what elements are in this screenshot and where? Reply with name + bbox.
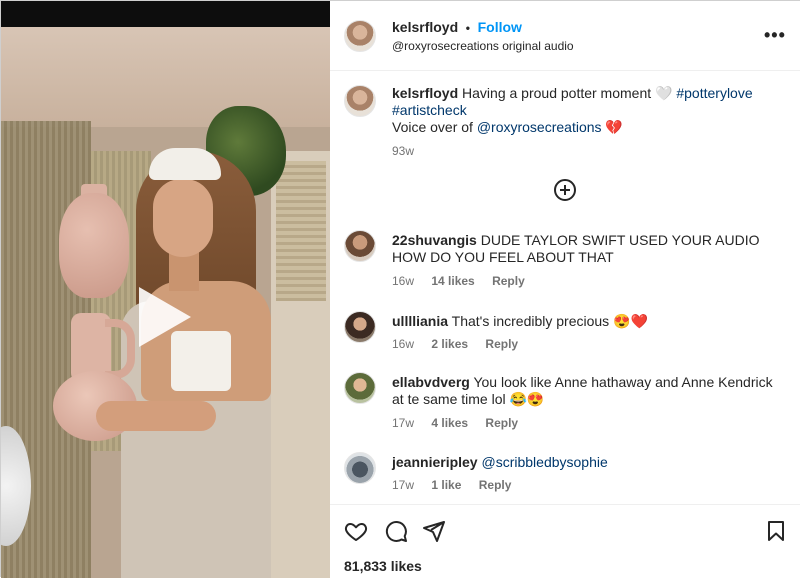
comment-time[interactable]: 16w <box>392 274 414 288</box>
heart-icon[interactable] <box>344 519 368 543</box>
comment-likes[interactable]: 2 likes <box>431 337 468 351</box>
comment-username[interactable]: jeannieripley <box>392 454 478 470</box>
caption-time[interactable]: 93w <box>392 143 777 160</box>
comment-username[interactable]: ellabvdverg <box>392 374 470 390</box>
reply-button[interactable]: Reply <box>485 416 518 430</box>
comment-icon[interactable] <box>384 519 408 543</box>
comment-item: 22shuvangis DUDE TAYLOR SWIFT USED YOUR … <box>344 230 784 292</box>
play-icon[interactable] <box>139 287 191 347</box>
bookmark-icon[interactable] <box>764 519 788 543</box>
person-arm <box>96 401 216 431</box>
caption: kelsrfloyd Having a proud potter moment … <box>392 85 777 160</box>
window-shutter <box>276 161 326 301</box>
comment-time[interactable]: 17w <box>392 416 414 430</box>
post-username[interactable]: kelsrfloyd <box>392 19 458 35</box>
vase-bottom-handle <box>105 319 135 379</box>
comment-meta: 17w 1 like Reply <box>392 478 525 492</box>
likes-count[interactable]: 81,833 likes <box>344 558 422 574</box>
avatar[interactable] <box>344 230 376 262</box>
hashtag-link[interactable]: #potterylove <box>676 85 752 101</box>
vase-top <box>59 193 129 298</box>
post-details-panel: kelsrfloyd • Follow @roxyrosecreations o… <box>330 1 800 578</box>
comment-likes[interactable]: 1 like <box>431 478 461 492</box>
comment-likes[interactable]: 14 likes <box>431 274 474 288</box>
hashtag-link[interactable]: #artistcheck <box>392 102 467 118</box>
avatar[interactable] <box>344 452 376 484</box>
comment-username[interactable]: 22shuvangis <box>392 232 477 248</box>
audio-link[interactable]: @roxyrosecreations original audio <box>392 39 574 53</box>
comment-username[interactable]: ulllliania <box>392 313 448 329</box>
more-horizontal-icon[interactable]: ••• <box>764 25 786 46</box>
caption-text: Having a proud potter moment 🤍 <box>462 85 673 101</box>
caption-username[interactable]: kelsrfloyd <box>392 85 458 101</box>
share-icon[interactable] <box>422 519 446 543</box>
comment-meta: 17w 4 likes Reply <box>392 416 532 430</box>
comment-item: ulllliania That's incredibly precious 😍❤… <box>344 311 784 355</box>
background-wall <box>1 27 330 127</box>
person-headband <box>149 148 221 180</box>
comment-meta: 16w 2 likes Reply <box>392 337 532 351</box>
comment-likes[interactable]: 4 likes <box>431 416 468 430</box>
post-window: kelsrfloyd • Follow @roxyrosecreations o… <box>0 0 800 578</box>
comment-text-block: ellabvdverg You look like Anne hathaway … <box>392 374 782 408</box>
comment-text-block: ulllliania That's incredibly precious 😍❤… <box>392 313 782 330</box>
reply-button[interactable]: Reply <box>479 478 512 492</box>
mention-link[interactable]: @scribbledbysophie <box>481 454 607 470</box>
comment-meta: 16w 14 likes Reply <box>392 274 539 288</box>
avatar[interactable] <box>344 311 376 343</box>
avatar[interactable] <box>344 372 376 404</box>
follow-button[interactable]: Follow <box>478 19 522 35</box>
comment-item: jeannieripley @scribbledbysophie 17w 1 l… <box>344 452 784 496</box>
separator: • <box>465 21 470 35</box>
mention-link[interactable]: @roxyrosecreations <box>477 119 602 135</box>
person-neck <box>169 251 199 291</box>
post-header: kelsrfloyd • Follow @roxyrosecreations o… <box>330 1 800 71</box>
video-player[interactable] <box>1 1 330 578</box>
avatar[interactable] <box>344 20 376 52</box>
avatar[interactable] <box>344 85 376 117</box>
reply-button[interactable]: Reply <box>492 274 525 288</box>
comment-time[interactable]: 16w <box>392 337 414 351</box>
comment-text-block: 22shuvangis DUDE TAYLOR SWIFT USED YOUR … <box>392 232 782 266</box>
comment-text: That's incredibly precious 😍❤️ <box>451 313 648 329</box>
broken-heart-emoji: 💔 <box>605 119 623 135</box>
comment-item: ellabvdverg You look like Anne hathaway … <box>344 372 784 434</box>
reply-button[interactable]: Reply <box>485 337 518 351</box>
comment-time[interactable]: 17w <box>392 478 414 492</box>
load-more-comments-icon[interactable] <box>554 179 576 201</box>
comment-text-block: jeannieripley @scribbledbysophie <box>392 454 782 471</box>
voice-over-text: Voice over of <box>392 119 473 135</box>
person-face <box>153 179 213 257</box>
